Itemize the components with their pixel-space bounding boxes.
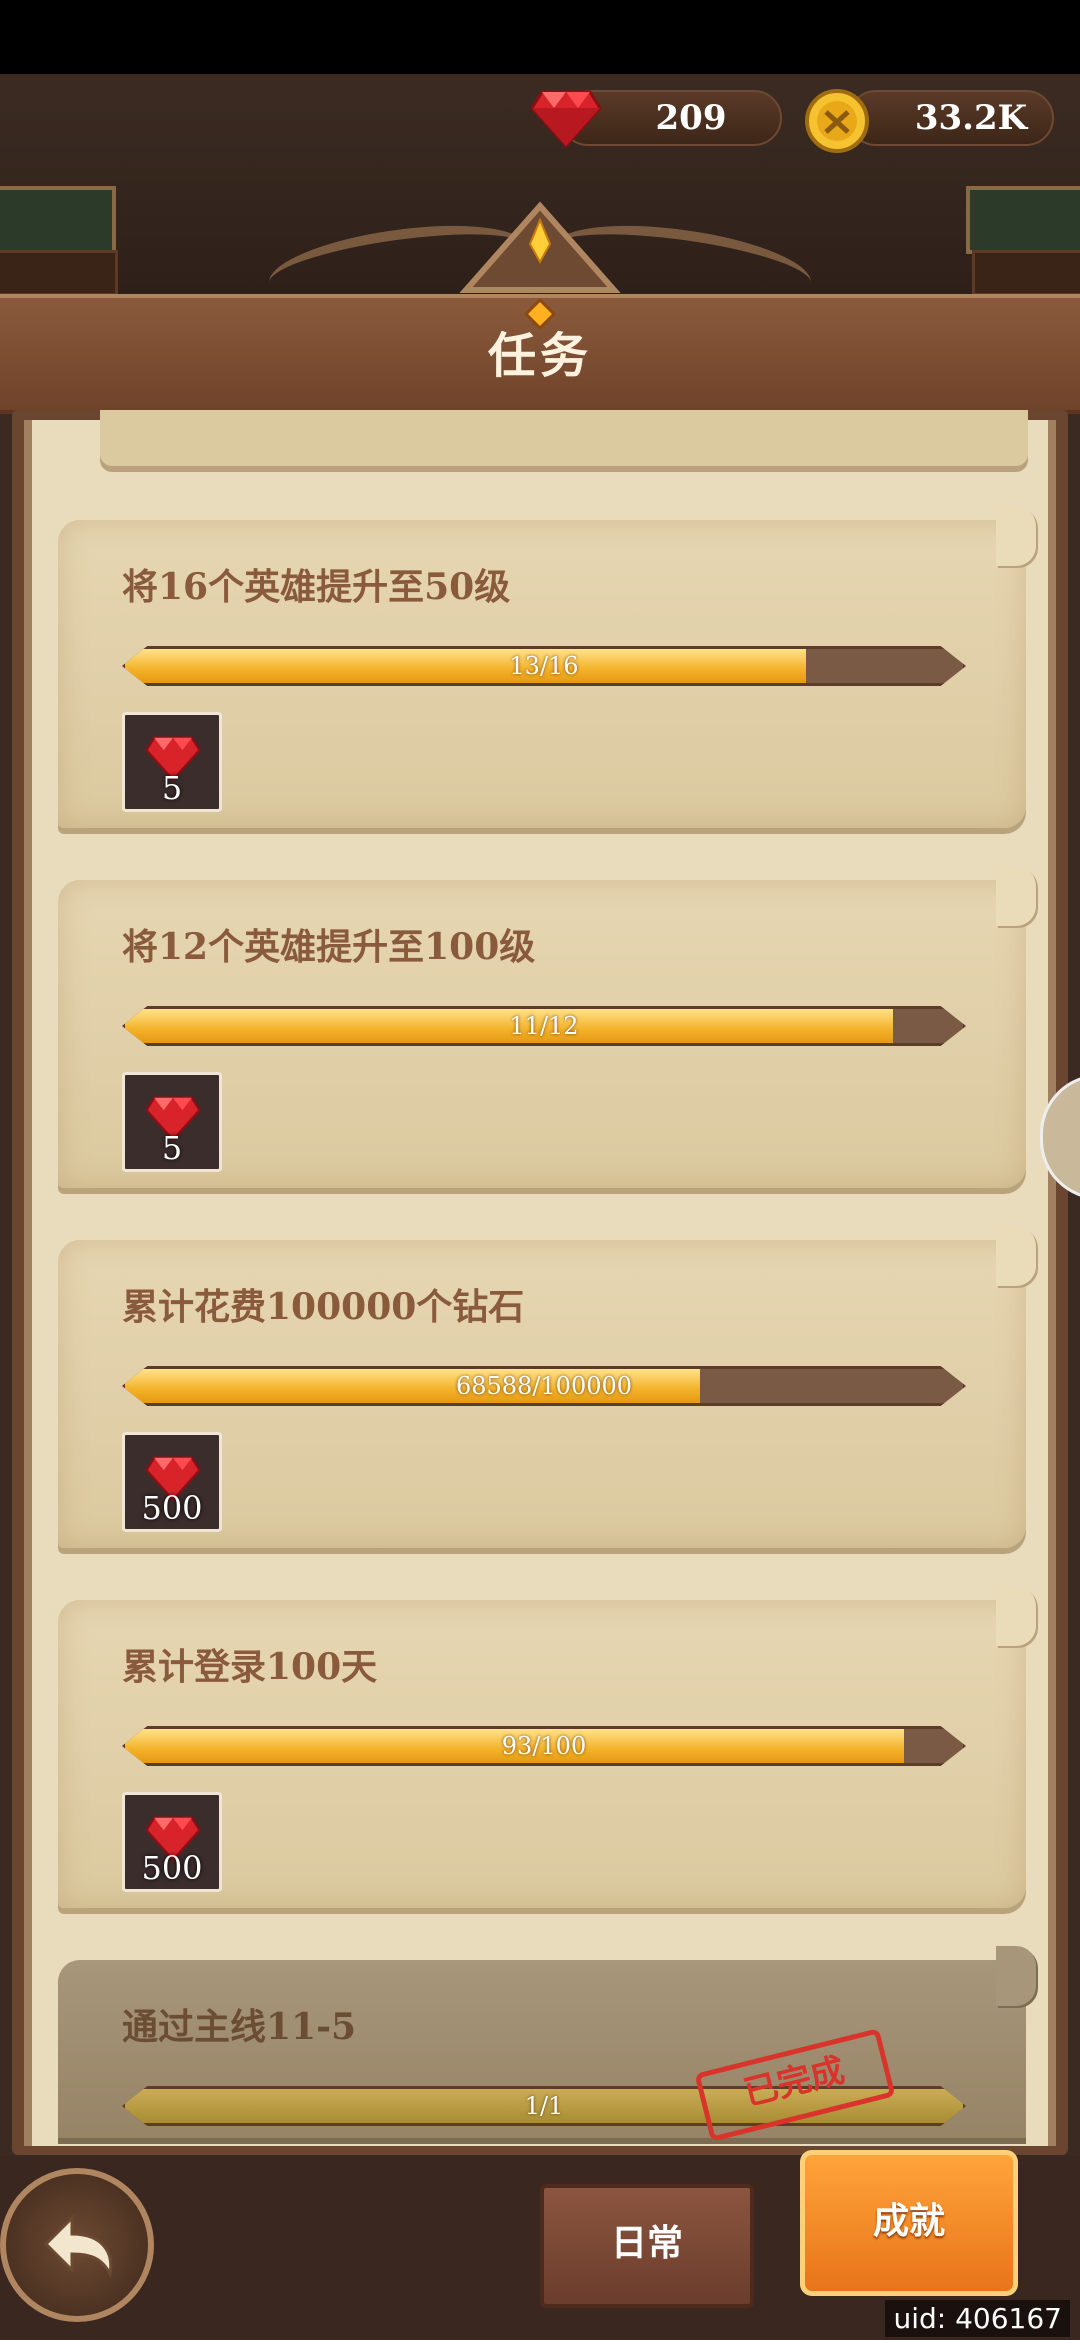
task-progress-text: 11/12 bbox=[509, 1012, 579, 1040]
reward-item[interactable]: 5 bbox=[122, 1072, 222, 1172]
decorative-pillar-left bbox=[0, 186, 116, 254]
back-button[interactable] bbox=[0, 2168, 154, 2322]
tab-achievement[interactable]: 成就 bbox=[800, 2150, 1018, 2296]
task-title: 累计花费100000个钻石 bbox=[122, 1286, 525, 1328]
task-card-partial bbox=[100, 410, 1028, 466]
task-progress-bar: 68588/100000 bbox=[122, 1366, 966, 1406]
gold-count: 33.2K bbox=[914, 98, 1028, 138]
task-progress-bar: 11/12 bbox=[122, 1006, 966, 1046]
user-id-label: uid: 406167 bbox=[885, 2300, 1070, 2337]
task-card[interactable]: 累计花费100000个钻石 68588/100000 500 bbox=[58, 1226, 1036, 1548]
task-title: 通过主线11-5 bbox=[122, 2006, 357, 2048]
gem-icon bbox=[530, 90, 602, 149]
page-title: 任务 bbox=[487, 328, 592, 384]
task-progress-bar: 93/100 bbox=[122, 1726, 966, 1766]
task-progress-text: 13/16 bbox=[509, 652, 579, 680]
task-card[interactable]: 累计登录100天 93/100 500 bbox=[58, 1586, 1036, 1908]
task-progress-text: 68588/100000 bbox=[455, 1372, 633, 1400]
reward-count: 5 bbox=[161, 1129, 183, 1167]
status-bar bbox=[0, 0, 1080, 74]
task-title: 将12个英雄提升至100级 bbox=[122, 926, 536, 968]
reward-item[interactable]: 500 bbox=[122, 1432, 222, 1532]
reward-count: 500 bbox=[141, 1489, 203, 1527]
task-title: 累计登录100天 bbox=[122, 1646, 378, 1688]
decorative-pillar-base-left bbox=[0, 250, 118, 296]
reward-item[interactable]: 5 bbox=[122, 712, 222, 812]
tab-daily[interactable]: 日常 bbox=[540, 2184, 754, 2308]
reward-item[interactable]: 500 bbox=[122, 1792, 222, 1892]
gold-counter[interactable]: 33.2K bbox=[848, 90, 1054, 146]
back-arrow-icon bbox=[43, 2214, 113, 2279]
task-title: 将16个英雄提升至50级 bbox=[122, 566, 511, 608]
task-card[interactable]: 将16个英雄提升至50级 13/16 5 bbox=[58, 506, 1036, 828]
reward-count: 500 bbox=[141, 1849, 203, 1887]
decorative-pillar-right bbox=[966, 186, 1080, 254]
reward-count: 5 bbox=[161, 769, 183, 807]
task-card[interactable]: 将12个英雄提升至100级 11/12 5 bbox=[58, 866, 1036, 1188]
task-progress-bar: 13/16 bbox=[122, 646, 966, 686]
decorative-pillar-base-right bbox=[972, 250, 1080, 296]
gem-count: 209 bbox=[655, 98, 727, 138]
task-progress-text: 93/100 bbox=[501, 1732, 587, 1760]
gold-coin-icon bbox=[805, 89, 869, 153]
